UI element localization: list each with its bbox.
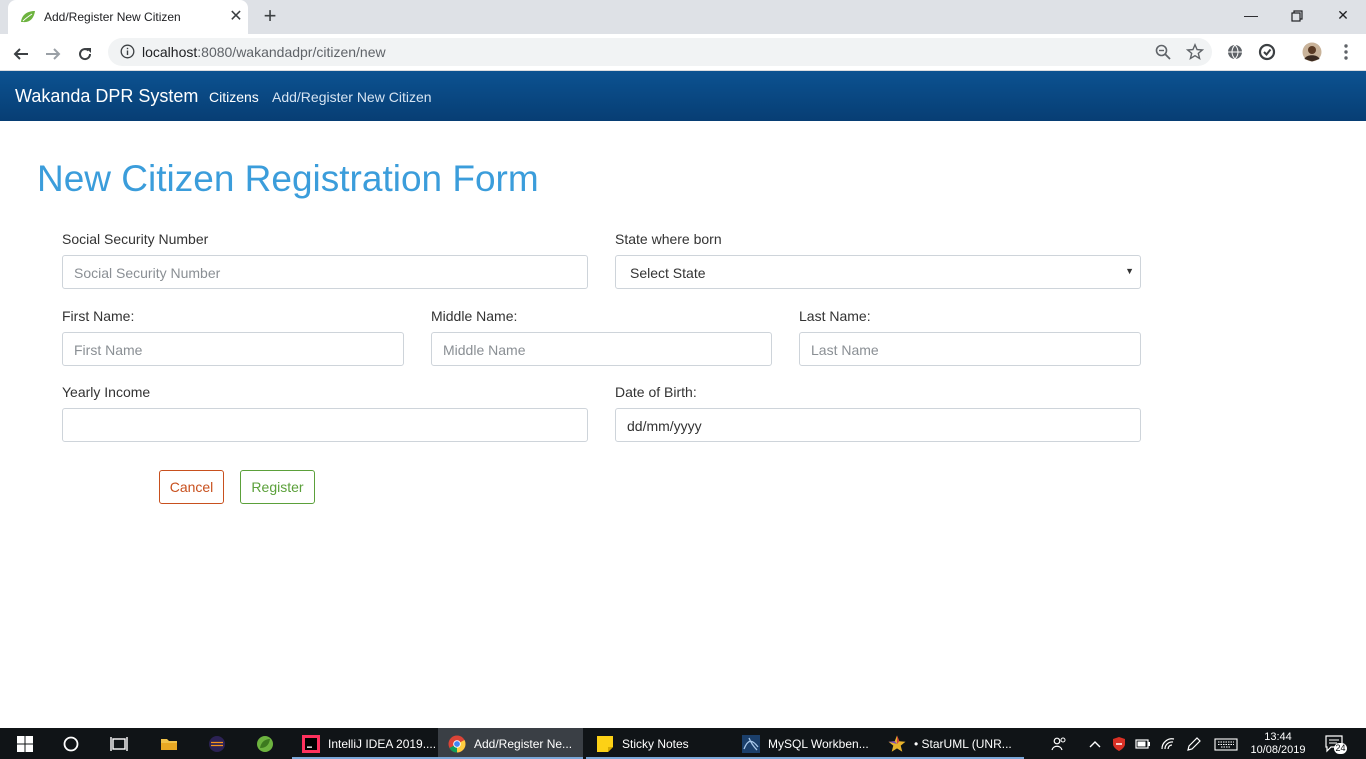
url-host: localhost [142,44,198,60]
taskbar-app-label: IntelliJ IDEA 2019.... [328,737,437,751]
dob-label: Date of Birth: [615,384,697,400]
first-name-input[interactable]: First Name [62,332,404,366]
extension-globe-icon[interactable] [1225,42,1245,62]
taskbar-app-staruml[interactable]: • StarUML (UNR... [878,728,1024,759]
back-arrow-icon[interactable] [8,40,34,66]
income-label: Yearly Income [62,384,151,400]
ssn-label: Social Security Number [62,231,209,247]
state-label: State where born [615,231,722,247]
chevron-up-icon[interactable] [1087,736,1103,752]
cancel-button[interactable]: Cancel [159,470,224,504]
info-icon[interactable] [120,44,135,59]
tab-title: Add/Register New Citizen [44,10,181,24]
restore-icon[interactable] [1274,0,1320,30]
staruml-icon [888,735,906,753]
browser-toolbar: localhost:8080/wakandadpr/citizen/new [0,34,1366,71]
last-name-placeholder: Last Name [811,342,879,358]
browser-tab[interactable]: Add/Register New Citizen ✕ [8,0,248,34]
address-bar[interactable]: localhost:8080/wakandadpr/citizen/new [108,38,1212,66]
zoom-icon[interactable] [1154,43,1172,61]
extension-sync-icon[interactable] [1257,42,1277,62]
taskbar-app-label: Add/Register Ne... [474,737,573,751]
ssn-placeholder: Social Security Number [74,265,221,281]
reload-icon[interactable] [72,40,98,66]
caret-down-icon: ▼ [1125,266,1134,276]
app-navbar: Wakanda DPR System Citizens Add/Register… [0,71,1366,121]
chrome-icon [448,735,466,753]
windows-icon[interactable] [16,735,34,753]
brand-link[interactable]: Wakanda DPR System [15,86,198,107]
taskbar: IntelliJ IDEA 2019.... Add/Register Ne..… [0,728,1366,759]
wifi-icon[interactable] [1160,736,1176,752]
url-path: :8080/wakandadpr/citizen/new [197,44,386,60]
taskbar-app-intellij[interactable]: IntelliJ IDEA 2019.... [292,728,438,759]
page-title: New Citizen Registration Form [37,158,539,199]
notifications-icon[interactable]: 24 [1325,734,1347,754]
folder-icon[interactable] [160,735,178,753]
cortana-icon[interactable] [62,735,80,753]
window-close-icon[interactable]: ✕ [1320,0,1366,30]
nav-link-citizens[interactable]: Citizens [209,89,259,105]
sticky-notes-icon [596,735,614,753]
clock[interactable]: 13:44 10/08/2019 [1246,731,1310,757]
minimize-icon[interactable]: — [1228,0,1274,30]
keyboard-icon[interactable] [1214,736,1238,752]
clock-time: 13:44 [1264,731,1292,743]
browser-tab-strip: Add/Register New Citizen ✕ + — ✕ [0,0,1366,34]
plus-icon[interactable]: + [258,5,282,29]
last-name-input[interactable]: Last Name [799,332,1141,366]
menu-icon[interactable] [1336,42,1356,62]
first-name-placeholder: First Name [74,342,143,358]
ssn-input[interactable]: Social Security Number [62,255,588,289]
shield-icon[interactable] [1111,736,1127,752]
taskbar-app-label: Sticky Notes [622,737,689,751]
spring-leaf-icon [20,10,36,24]
middle-name-input[interactable]: Middle Name [431,332,772,366]
intellij-icon [302,735,320,753]
clock-date: 10/08/2019 [1250,744,1306,756]
close-icon[interactable]: ✕ [226,7,246,27]
battery-icon[interactable] [1135,736,1151,752]
dob-value: dd/mm/yyyy [627,418,702,434]
taskbar-app-mysql-workbench[interactable]: MySQL Workben... [732,728,878,759]
mysql-workbench-icon [742,735,760,753]
star-icon[interactable] [1185,43,1205,61]
income-input[interactable] [62,408,588,442]
last-name-label: Last Name: [799,308,871,324]
state-select[interactable]: Select State ▼ [615,255,1141,289]
url-text: localhost:8080/wakandadpr/citizen/new [142,44,386,60]
middle-name-placeholder: Middle Name [443,342,526,358]
eclipse-icon[interactable] [208,735,226,753]
spring-tool-icon[interactable] [256,735,274,753]
taskbar-app-sticky-notes[interactable]: Sticky Notes [586,728,732,759]
task-view-icon[interactable] [110,735,128,753]
avatar[interactable] [1302,42,1322,62]
notification-count-badge: 24 [1334,743,1347,754]
first-name-label: First Name: [62,308,135,324]
dob-input[interactable]: dd/mm/yyyy [615,408,1141,442]
taskbar-app-chrome[interactable]: Add/Register Ne... [438,728,583,759]
forward-arrow-icon[interactable] [40,40,66,66]
nav-link-add-citizen[interactable]: Add/Register New Citizen [272,89,432,105]
pen-icon[interactable] [1186,736,1202,752]
people-icon[interactable] [1051,736,1067,752]
taskbar-app-label: MySQL Workben... [768,737,869,751]
taskbar-app-label: • StarUML (UNR... [914,737,1012,751]
middle-name-label: Middle Name: [431,308,518,324]
state-selected: Select State [630,265,706,281]
register-button[interactable]: Register [240,470,315,504]
